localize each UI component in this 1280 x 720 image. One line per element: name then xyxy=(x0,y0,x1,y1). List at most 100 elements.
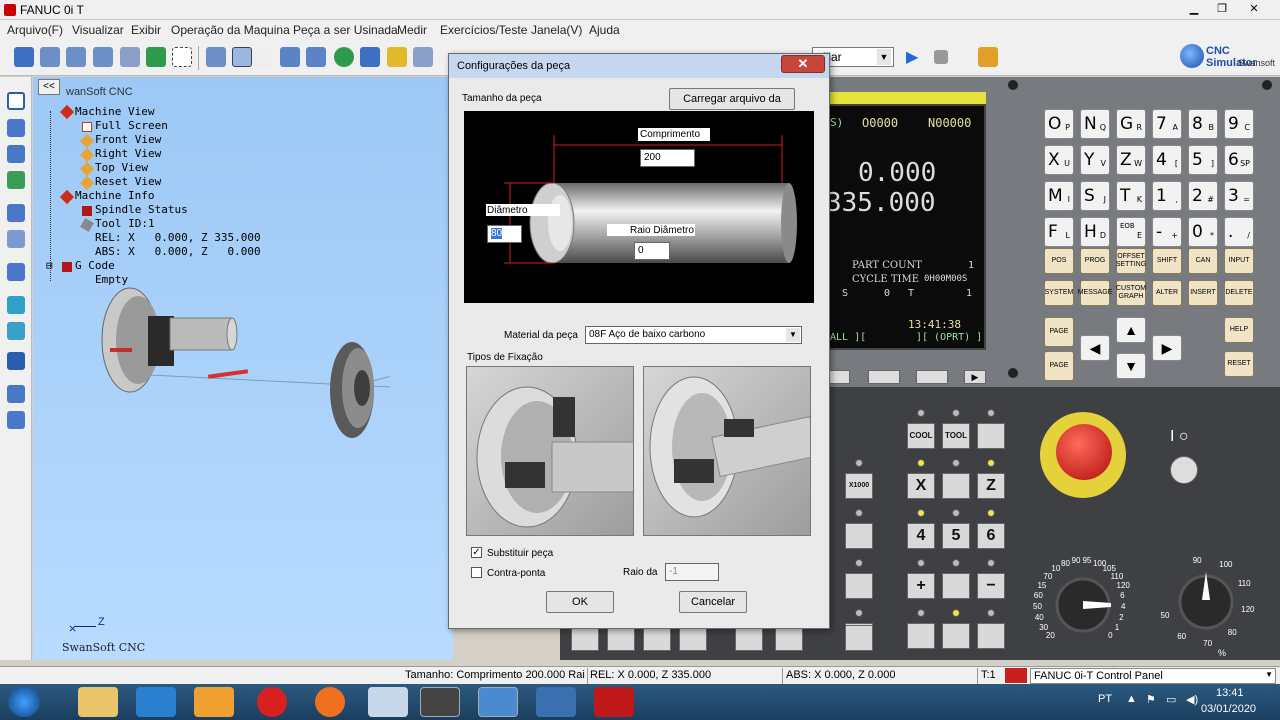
emergency-stop-button[interactable] xyxy=(1056,424,1112,480)
key-13[interactable]: SJ xyxy=(1080,181,1110,211)
volume-icon[interactable]: ◀) xyxy=(1186,693,1198,706)
tool-button[interactable]: TOOL xyxy=(942,423,970,449)
key-22[interactable]: 0 * xyxy=(1188,217,1218,247)
key-12[interactable]: MI xyxy=(1044,181,1074,211)
minimize-button[interactable]: ▁ xyxy=(1180,0,1208,18)
softkey[interactable] xyxy=(828,370,850,384)
comprimento-input[interactable]: 200 xyxy=(640,149,695,167)
key-5[interactable]: 9C xyxy=(1224,109,1254,139)
key-5-button[interactable]: 5 xyxy=(942,523,970,549)
reset-button[interactable]: RESET xyxy=(1224,351,1254,377)
blank-key[interactable] xyxy=(977,423,1005,449)
cube-icon[interactable] xyxy=(7,296,25,314)
substituir-checkbox[interactable]: ✓ xyxy=(471,547,482,558)
menu-arquivo[interactable]: Arquivo(F) xyxy=(7,23,63,37)
coolant-icon[interactable] xyxy=(334,47,354,67)
minus-button[interactable]: − xyxy=(977,573,1005,599)
raio-da-input[interactable]: -1 xyxy=(665,563,719,581)
key-21[interactable]: - + xyxy=(1152,217,1182,247)
func-key-func_row1-2[interactable]: OFFSET SETTING xyxy=(1116,248,1146,274)
func-key-func_row2-4[interactable]: INSERT xyxy=(1188,280,1218,306)
ie-icon[interactable] xyxy=(136,687,176,717)
func-key-func_row2-0[interactable]: SYSTEM xyxy=(1044,280,1074,306)
func-key-func_row2-2[interactable]: CUSTOM GRAPH xyxy=(1116,280,1146,306)
tree-full-screen[interactable]: Full Screen xyxy=(95,119,168,132)
fixation-option-2[interactable] xyxy=(643,366,811,536)
power-key[interactable] xyxy=(1170,456,1198,484)
load-part-file-button[interactable]: Carregar arquivo da peça xyxy=(669,88,795,125)
softkey[interactable] xyxy=(868,370,900,384)
func-key-func_row1-3[interactable]: SHIFT xyxy=(1152,248,1182,274)
menu-janela[interactable]: Janela(V) xyxy=(531,23,582,37)
key-15[interactable]: 1, xyxy=(1152,181,1182,211)
func-key-func_row2-1[interactable]: MESSAGE xyxy=(1078,280,1112,306)
tool-edit-icon[interactable] xyxy=(7,145,25,163)
material-select[interactable]: 08F Aço de baixo carbono ▼ xyxy=(585,326,802,344)
section-icon[interactable] xyxy=(7,230,25,248)
control-panel-select[interactable]: FANUC 0i-T Control Panel ▼ xyxy=(1030,668,1276,684)
network-icon[interactable]: ▭ xyxy=(1166,693,1176,706)
zoom-icon[interactable] xyxy=(7,263,25,281)
frame-icon[interactable] xyxy=(7,92,25,110)
swansoft-task-icon[interactable] xyxy=(478,687,518,717)
key-19[interactable]: HD xyxy=(1080,217,1110,247)
help-button[interactable]: HELP xyxy=(1224,317,1254,343)
func-key-func_row1-4[interactable]: CAN xyxy=(1188,248,1218,274)
key-4-button[interactable]: 4 xyxy=(907,523,935,549)
panel-icon[interactable] xyxy=(7,352,25,370)
rapid-icon[interactable] xyxy=(942,573,970,599)
cool-button[interactable]: COOL xyxy=(907,423,935,449)
blank-key[interactable] xyxy=(845,573,873,599)
zoom-out-icon[interactable] xyxy=(66,47,86,67)
document-icon[interactable] xyxy=(368,687,408,717)
blank-key[interactable] xyxy=(942,473,970,499)
menu-exercicios[interactable]: Exercícios/Teste xyxy=(440,23,527,37)
maximize-button[interactable]: ❐ xyxy=(1208,0,1236,18)
cursor-left-icon[interactable]: ◀ xyxy=(1080,335,1110,361)
func-key-func_row2-5[interactable]: DELETE xyxy=(1224,280,1254,306)
tool-icon[interactable] xyxy=(280,47,300,67)
key-0[interactable]: OP xyxy=(1044,109,1074,139)
tree-machine-info[interactable]: Machine Info xyxy=(75,189,154,202)
key-1[interactable]: NQ xyxy=(1080,109,1110,139)
key-23[interactable]: . / xyxy=(1224,217,1254,247)
menu-ajuda[interactable]: Ajuda xyxy=(589,23,620,37)
cursor-right-icon[interactable]: ▶ xyxy=(1152,335,1182,361)
spindle-override-dial[interactable] xyxy=(1160,550,1260,650)
menu-medir[interactable]: Medir xyxy=(397,23,427,37)
workpiece-icon[interactable] xyxy=(360,47,380,67)
z-axis-button[interactable]: Z xyxy=(977,473,1005,499)
cursor-up-icon[interactable]: ▲ xyxy=(1116,317,1146,343)
explorer-icon[interactable] xyxy=(78,687,118,717)
eraser-icon[interactable] xyxy=(7,119,25,137)
cursor-down-icon[interactable]: ▼ xyxy=(1116,353,1146,379)
func-key-func_row1-0[interactable]: POS xyxy=(1044,248,1074,274)
zoom-in-icon[interactable] xyxy=(40,47,60,67)
star-icon[interactable] xyxy=(387,47,407,67)
plus-button[interactable]: + xyxy=(907,573,935,599)
x1000-button[interactable]: X1000 xyxy=(845,473,873,499)
cnc-task-icon[interactable] xyxy=(536,687,576,717)
spindle-stop-icon[interactable] xyxy=(942,623,970,649)
x-axis-button[interactable]: X xyxy=(907,473,935,499)
view-icon[interactable] xyxy=(206,47,226,67)
key-20[interactable]: EOB E xyxy=(1116,217,1146,247)
func-key-func_row2-3[interactable]: ALTER xyxy=(1152,280,1182,306)
export-icon[interactable] xyxy=(7,385,25,403)
tree-expand[interactable]: ⊟ xyxy=(46,259,53,272)
key-7[interactable]: YV xyxy=(1080,145,1110,175)
media-icon[interactable] xyxy=(194,687,234,717)
key-9[interactable]: 4[ xyxy=(1152,145,1182,175)
page-up-button[interactable]: PAGE xyxy=(1044,317,1074,347)
rotate-icon[interactable] xyxy=(146,47,166,67)
key-16[interactable]: 2 # xyxy=(1188,181,1218,211)
import-icon[interactable] xyxy=(7,411,25,429)
mcafee-icon[interactable] xyxy=(594,687,634,717)
key-17[interactable]: 3 = xyxy=(1224,181,1254,211)
spindle-ccw-icon[interactable] xyxy=(977,623,1005,649)
menu-visualizar[interactable]: Visualizar xyxy=(72,23,124,37)
menu-operacao[interactable]: Operação da Maquina xyxy=(171,23,290,37)
language-indicator[interactable]: PT xyxy=(1098,693,1112,705)
diametro-input[interactable]: 80 xyxy=(487,225,522,243)
machine-icon[interactable] xyxy=(7,204,25,222)
